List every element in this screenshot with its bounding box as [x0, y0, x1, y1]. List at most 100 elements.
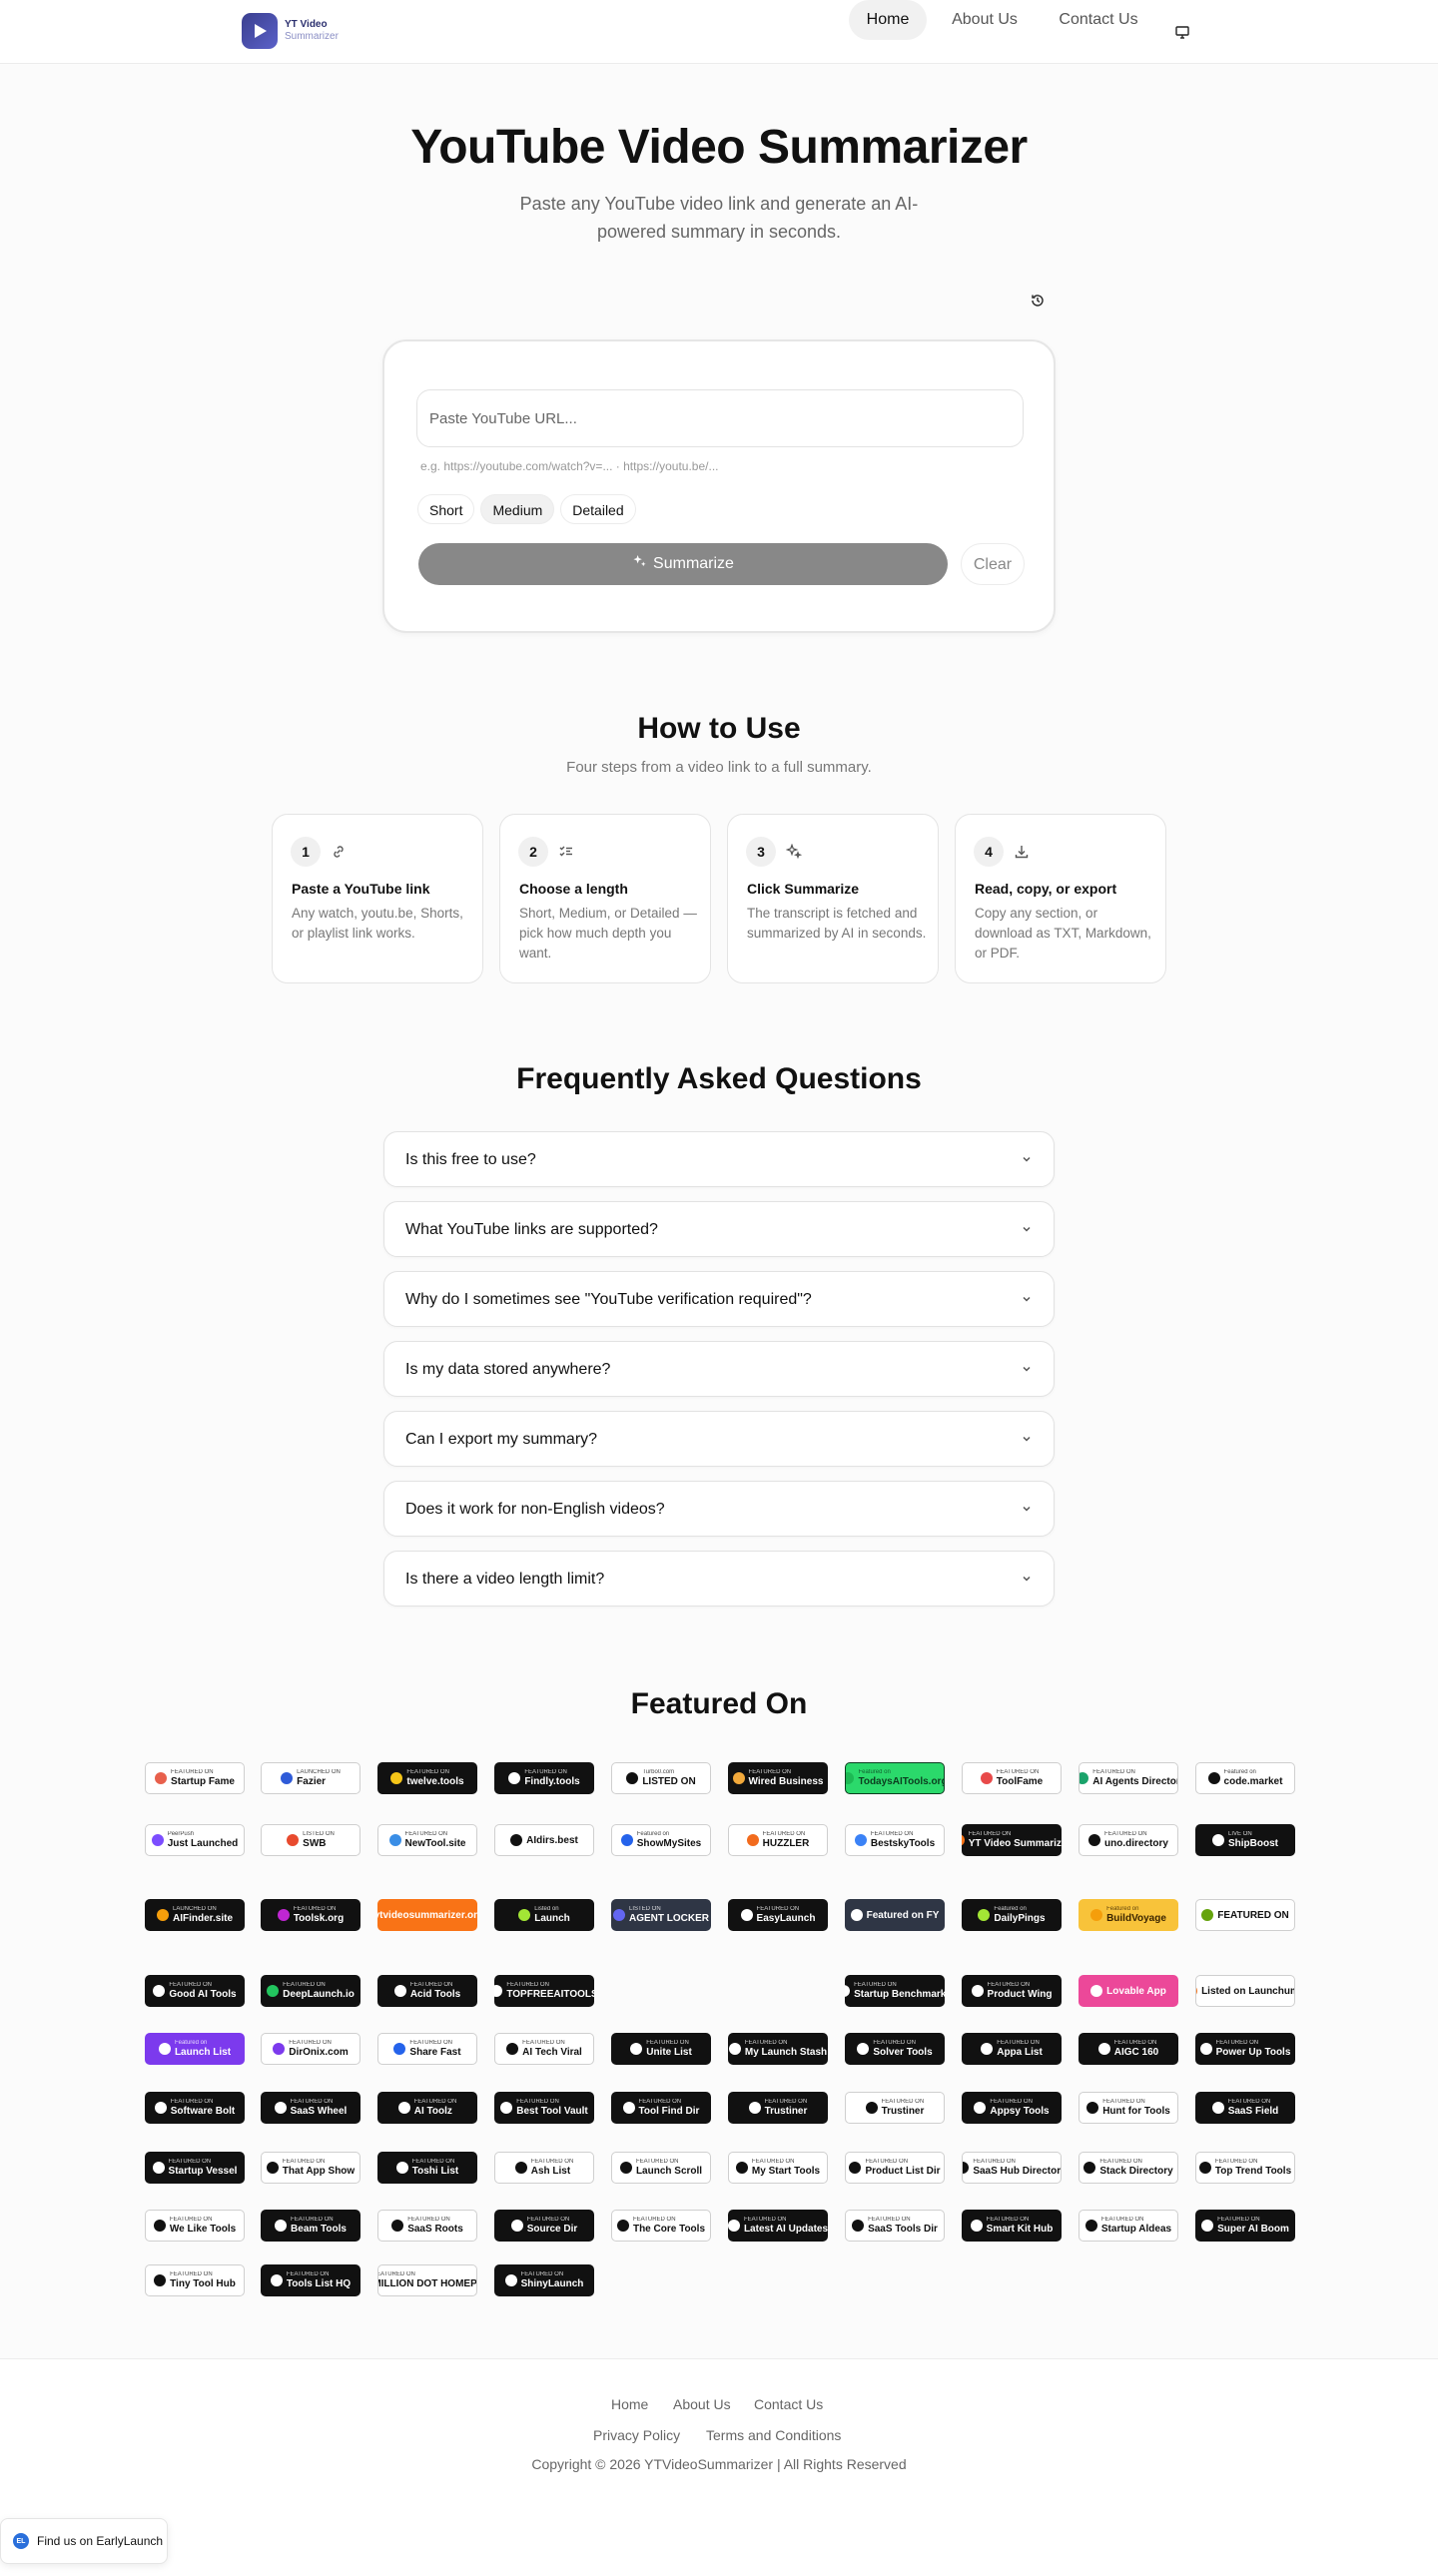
featured-badge[interactable]: FEATURED ON Ash List: [494, 2152, 594, 2184]
featured-badge[interactable]: FEATURED ON Share Fast: [377, 2033, 477, 2065]
nav-about-us[interactable]: About Us: [939, 0, 1031, 40]
featured-badge[interactable]: LISTED ON SWB: [261, 1824, 360, 1856]
featured-badge[interactable]: FEATURED ON Unite List: [611, 2033, 711, 2065]
featured-badge[interactable]: FEATURED ON EasyLaunch: [728, 1899, 828, 1931]
featured-badge[interactable]: LAUNCHED ON AIFinder.site: [145, 1899, 245, 1931]
nav-contact-us[interactable]: Contact Us: [1047, 0, 1150, 40]
nav-home[interactable]: Home: [849, 0, 927, 40]
featured-badge[interactable]: FEATURED ON SaaS Wheel: [261, 2092, 360, 2124]
featured-badge[interactable]: PeerPush Just Launched: [145, 1824, 245, 1856]
featured-badge[interactable]: FEATURED ON Tiny Tool Hub: [145, 2264, 245, 2296]
featured-badge[interactable]: FEATURED ON Smart Kit Hub: [962, 2210, 1062, 2242]
youtube-url-input[interactable]: [416, 389, 1024, 447]
featured-badge[interactable]: FEATURED ON Good AI Tools: [145, 1975, 245, 2007]
featured-badge[interactable]: FEATURED ON Beam Tools: [261, 2210, 360, 2242]
featured-badge[interactable]: FEATURED ON Product Wing: [962, 1975, 1062, 2007]
featured-badge[interactable]: FEATURED ON Appsy Tools: [962, 2092, 1062, 2124]
featured-badge[interactable]: FEATURED ON Wired Business: [728, 1762, 828, 1794]
length-short-button[interactable]: Short: [417, 494, 475, 524]
featured-badge[interactable]: FEATURED ON We Like Tools: [145, 2210, 245, 2242]
featured-badge[interactable]: FEATURED ON NewTool.site: [377, 1824, 477, 1856]
featured-badge[interactable]: FEATURED ON Hunt for Tools: [1078, 2092, 1178, 2124]
clear-button[interactable]: Clear: [961, 543, 1025, 585]
featured-badge[interactable]: FEATURED ON Appa List: [962, 2033, 1062, 2065]
featured-badge[interactable]: LIVE ON ShipBoost: [1195, 1824, 1295, 1856]
featured-badge[interactable]: FEATURED ON Tools List HQ: [261, 2264, 360, 2296]
featured-badge[interactable]: FEATURED ON Findly.tools: [494, 1762, 594, 1794]
featured-badge[interactable]: Featured on BuildVoyage: [1078, 1899, 1178, 1931]
featured-badge[interactable]: Listed on Launch: [494, 1899, 594, 1931]
featured-badge[interactable]: FEATURED ON Product List Dir: [845, 2152, 945, 2184]
length-detailed-button[interactable]: Detailed: [560, 494, 636, 524]
featured-badge[interactable]: FEATURED ON SaaS Roots: [377, 2210, 477, 2242]
faq-item[interactable]: Is there a video length limit?: [383, 1551, 1055, 1607]
featured-badge[interactable]: Turbo0.com LISTED ON: [611, 1762, 711, 1794]
featured-badge[interactable]: FEATURED ON Power Up Tools: [1195, 2033, 1295, 2065]
footer-contact-link[interactable]: Contact Us: [754, 2396, 823, 2412]
featured-badge[interactable]: FEATURED ON Toolsk.org: [261, 1899, 360, 1931]
faq-item[interactable]: What YouTube links are supported?: [383, 1201, 1055, 1257]
featured-badge[interactable]: FEATURED ON Source Dir: [494, 2210, 594, 2242]
featured-badge[interactable]: Featured on ShowMySites: [611, 1824, 711, 1856]
featured-badge[interactable]: FEATURED ON Trustiner: [728, 2092, 828, 2124]
featured-badge[interactable]: FEATURED ONMILLION DOT HOMEPAGE: [377, 2264, 477, 2296]
featured-badge[interactable]: FEATURED ON: [1195, 1899, 1295, 1931]
featured-badge[interactable]: FEATURED ON That App Show: [261, 2152, 360, 2184]
featured-badge[interactable]: FEATURED ON ShinyLaunch: [494, 2264, 594, 2296]
featured-badge[interactable]: Featured on Launch List: [145, 2033, 245, 2065]
featured-badge[interactable]: FEATURED ON DirOnix.com: [261, 2033, 360, 2065]
featured-badge[interactable]: FEATURED ON uno.directory: [1078, 1824, 1178, 1856]
faq-item[interactable]: Does it work for non-English videos?: [383, 1481, 1055, 1537]
featured-badge[interactable]: FEATURED ON SaaS Hub Directory: [962, 2152, 1062, 2184]
featured-badge[interactable]: FEATURED ON Startup Aldeas: [1078, 2210, 1178, 2242]
featured-badge[interactable]: FEATURED ON YT Video Summarizer: [962, 1824, 1062, 1856]
featured-badge[interactable]: FEATURED ON BestskyTools: [845, 1824, 945, 1856]
featured-badge[interactable]: FEATURED ON SaaS Tools Dir: [845, 2210, 945, 2242]
featured-badge[interactable]: Featured on TodaysAITools.org: [845, 1762, 945, 1794]
featured-badge[interactable]: FEATURED ON Software Bolt: [145, 2092, 245, 2124]
featured-badge[interactable]: FEATURED ON My Start Tools: [728, 2152, 828, 2184]
early-launch-badge[interactable]: EL Find us on EarlyLaunch: [0, 2518, 168, 2564]
featured-badge[interactable]: Featured on code.market: [1195, 1762, 1295, 1794]
history-icon[interactable]: [1027, 290, 1049, 312]
featured-badge[interactable]: FEATURED ON Startup Fame: [145, 1762, 245, 1794]
faq-item[interactable]: Is my data stored anywhere?: [383, 1341, 1055, 1397]
summarize-button[interactable]: Summarize: [418, 543, 948, 585]
featured-badge[interactable]: FEATURED ON Stack Directory: [1078, 2152, 1178, 2184]
featured-badge[interactable]: AIdirs.best: [494, 1824, 594, 1856]
featured-badge[interactable]: FEATURED ON ToolFame: [962, 1762, 1062, 1794]
featured-badge[interactable]: FEATURED ON TOPFREEAITOOLS: [494, 1975, 594, 2007]
featured-badge[interactable]: FEATURED ON Super AI Boom: [1195, 2210, 1295, 2242]
featured-badge[interactable]: FEATURED ON Acid Tools: [377, 1975, 477, 2007]
featured-badge[interactable]: FEATURED ON My Launch Stash: [728, 2033, 828, 2065]
featured-badge[interactable]: LISTED ON AGENT LOCKER: [611, 1899, 711, 1931]
featured-badge[interactable]: Listed on Launchumo: [1195, 1975, 1295, 2007]
featured-badge[interactable]: FEATURED ON Startup Vessel: [145, 2152, 245, 2184]
featured-badge[interactable]: FEATURED ON The Core Tools: [611, 2210, 711, 2242]
footer-privacy-link[interactable]: Privacy Policy: [593, 2427, 680, 2443]
faq-item[interactable]: Is this free to use?: [383, 1131, 1055, 1187]
site-logo[interactable]: YT Video Summarizer: [242, 13, 339, 49]
featured-badge[interactable]: FEATURED ON HUZZLER: [728, 1824, 828, 1856]
featured-badge[interactable]: FEATURED ON Launch Scroll: [611, 2152, 711, 2184]
length-medium-button[interactable]: Medium: [480, 494, 555, 524]
featured-badge[interactable]: FEATURED ON Toshi List: [377, 2152, 477, 2184]
featured-badge[interactable]: FEATURED ON Tool Find Dir: [611, 2092, 711, 2124]
featured-badge[interactable]: FEATURED ON AIGC 160: [1078, 2033, 1178, 2065]
featured-badge[interactable]: FEATURED ON Startup Benchmarks: [845, 1975, 945, 2007]
footer-about-link[interactable]: About Us: [673, 2396, 731, 2412]
featured-badge[interactable]: FEATURED ON SaaS Field: [1195, 2092, 1295, 2124]
footer-home-link[interactable]: Home: [611, 2396, 648, 2412]
featured-badge[interactable]: FEATURED ON AI Agents Director: [1078, 1762, 1178, 1794]
featured-badge[interactable]: FEATURED ON Trustiner: [845, 2092, 945, 2124]
featured-badge[interactable]: FEATURED ON AI Toolz: [377, 2092, 477, 2124]
featured-badge[interactable]: FEATURED ON Latest AI Updates: [728, 2210, 828, 2242]
featured-badge[interactable]: Featured on DailyPings: [962, 1899, 1062, 1931]
featured-badge[interactable]: FEATURED ON twelve.tools: [377, 1762, 477, 1794]
footer-terms-link[interactable]: Terms and Conditions: [706, 2427, 841, 2443]
featured-badge[interactable]: FEATURED ON Best Tool Vault: [494, 2092, 594, 2124]
featured-badge[interactable]: Lovable App: [1078, 1975, 1178, 2007]
featured-badge[interactable]: FEATURED ON Top Trend Tools: [1195, 2152, 1295, 2184]
featured-badge[interactable]: FEATURED ON DeepLaunch.io: [261, 1975, 360, 2007]
faq-item[interactable]: Can I export my summary?: [383, 1411, 1055, 1467]
